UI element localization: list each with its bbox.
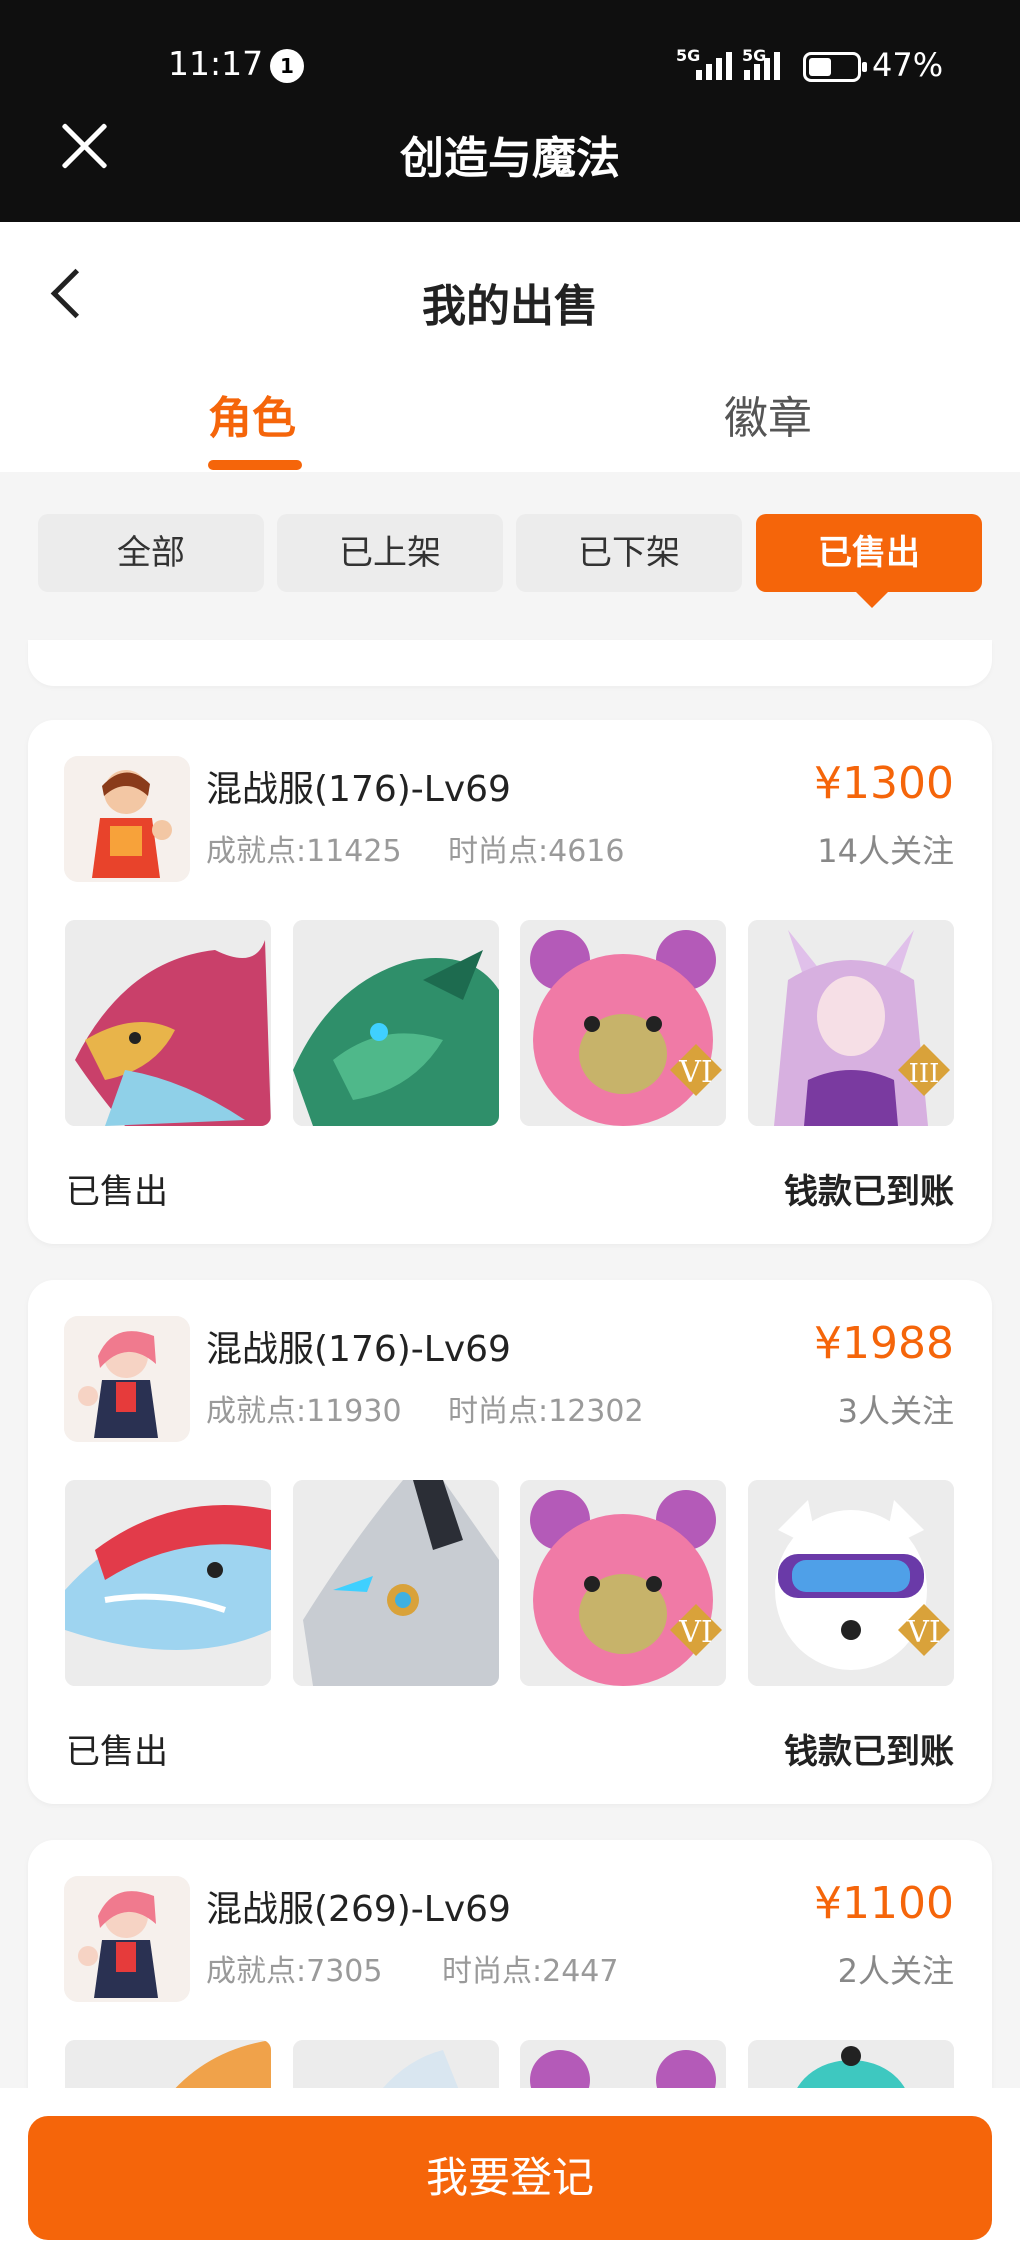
server-level: 混战服(176)-Lv69 [206,769,511,810]
sale-status: 已售出 [66,1172,168,1212]
tab-role[interactable]: 角色 [208,382,296,446]
fashion-points: 时尚点:12302 [448,1394,644,1429]
follower-count: 3人关注 [837,1392,954,1430]
character-avatar [64,756,190,882]
follower-count: 14人关注 [817,832,954,870]
follower-count: 2人关注 [837,1952,954,1990]
server-level: 混战服(176)-Lv69 [206,1329,511,1370]
signal-icon [696,52,732,80]
listing-card[interactable]: 混战服(176)-Lv69 成就点:11930 时尚点:12302 ¥1988 … [28,1280,992,1804]
tab-badge[interactable]: 徽章 [724,382,812,446]
payment-status: 钱款已到账 [784,1732,954,1772]
item-thumbnail-pink-bear[interactable]: VI [520,920,726,1126]
badge-text: VI [678,1055,713,1090]
signal-icon-2 [744,52,780,80]
status-time: 11:17 [168,44,264,83]
item-thumbnail-fish[interactable] [65,1480,271,1686]
item-thumbnail-mech-dragon[interactable] [293,1480,499,1686]
battery-percent: 47% [872,46,944,84]
filter-sold[interactable]: 已售出 [756,514,982,608]
achievement-points: 成就点:7305 [206,1954,383,1989]
battery-icon [803,52,867,82]
listing-card-partial[interactable] [28,640,992,686]
payment-status: 钱款已到账 [784,1172,954,1212]
price: ¥1300 [814,758,954,809]
register-button[interactable]: 我要登记 [28,2116,992,2240]
notification-badge: 1 [270,49,304,83]
filter-all[interactable]: 全部 [38,514,264,592]
item-thumbnail-green-dragon[interactable] [293,920,499,1126]
achievement-points: 成就点:11930 [206,1394,402,1429]
item-thumbnail-pink-bear[interactable]: VI [520,1480,726,1686]
fashion-points: 时尚点:2447 [442,1954,619,1989]
badge-text: VI [906,1615,941,1650]
fashion-points: 时尚点:4616 [448,834,625,869]
page-header: 我的出售 角色 徽章 [0,222,1020,472]
character-avatar [64,1876,190,2002]
server-level: 混战服(269)-Lv69 [206,1889,511,1930]
achievement-points: 成就点:11425 [206,834,402,869]
sale-status: 已售出 [66,1732,168,1772]
item-thumbnail-white-dog[interactable]: VI [748,1480,954,1686]
price: ¥1988 [814,1318,954,1369]
badge-text: VI [678,1615,713,1650]
app-title: 创造与魔法 [400,133,620,184]
listing-card[interactable]: 混战服(176)-Lv69 成就点:11425 时尚点:4616 ¥1300 1… [28,720,992,1244]
tab-active-indicator [208,460,302,470]
page-title: 我的出售 [422,281,598,332]
item-thumbnail-fox-girl[interactable]: III [748,920,954,1126]
price: ¥1100 [814,1878,954,1929]
badge-text: III [909,1059,940,1089]
filter-delisted[interactable]: 已下架 [516,514,742,592]
character-avatar [64,1316,190,1442]
item-thumbnail-dragon[interactable] [65,920,271,1126]
filter-listed[interactable]: 已上架 [277,514,503,592]
